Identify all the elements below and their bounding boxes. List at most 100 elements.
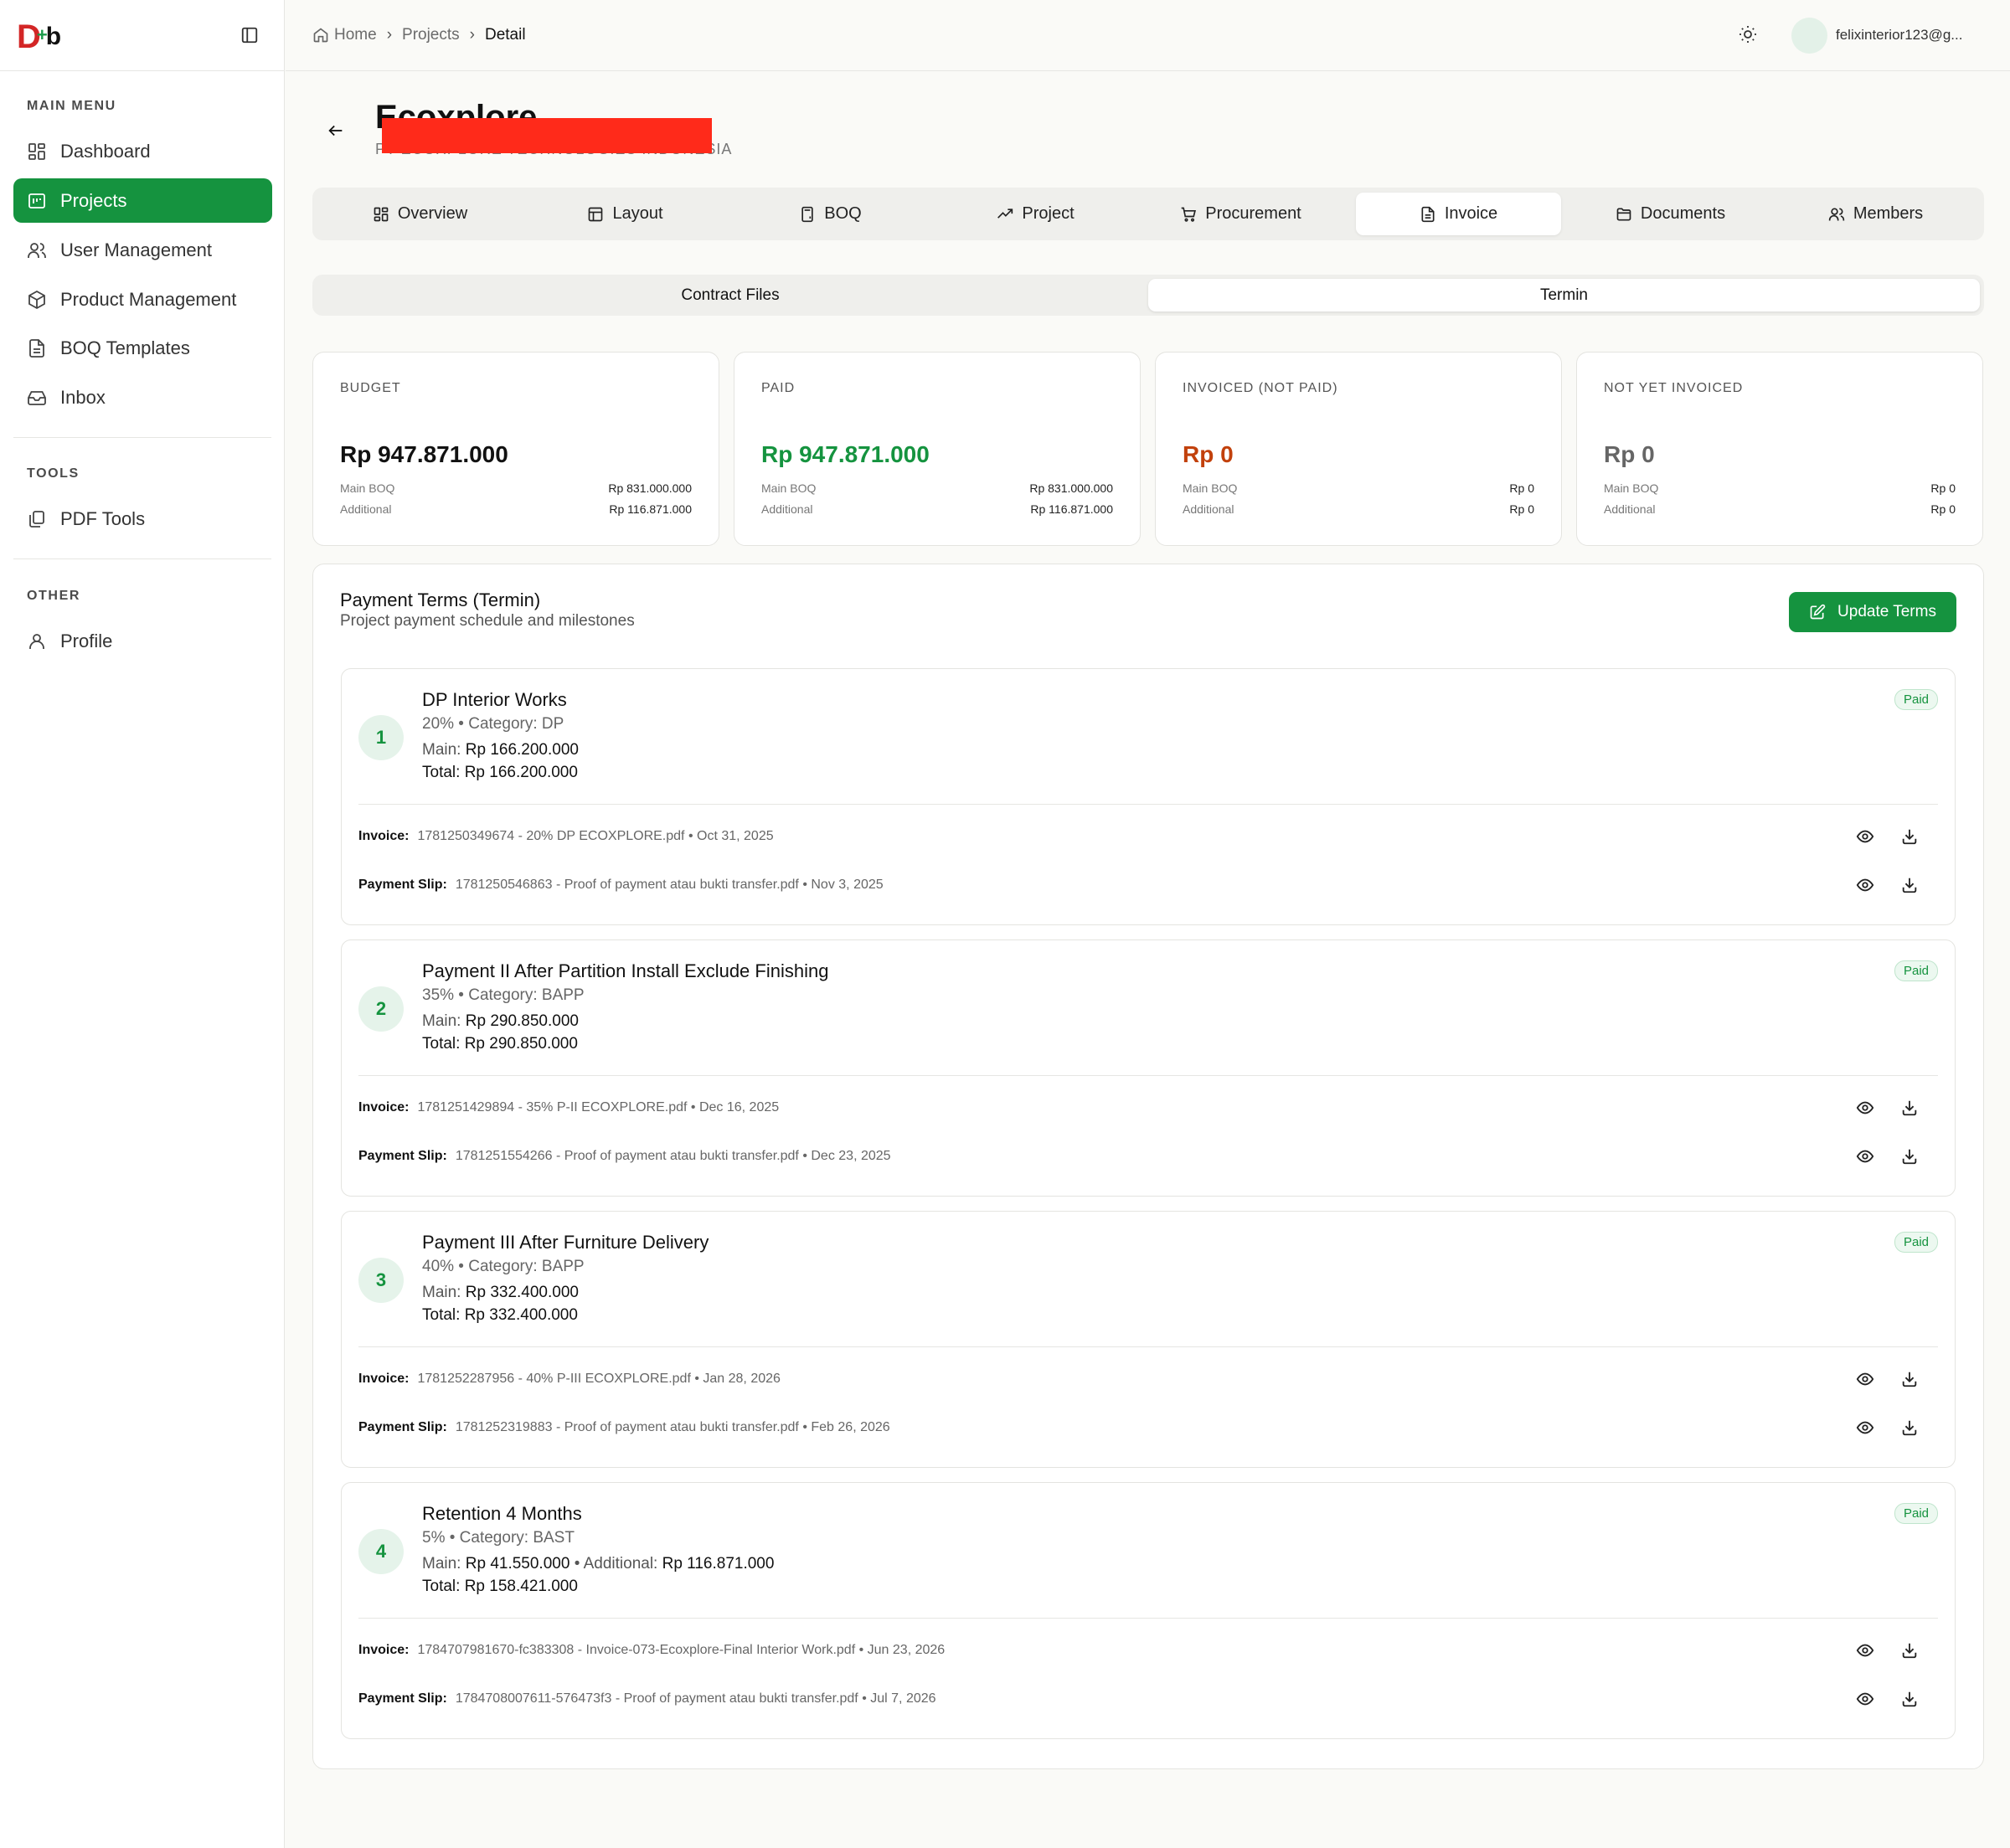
download-icon[interactable] bbox=[1900, 1147, 1919, 1166]
sidebar-item-profile[interactable]: Profile bbox=[13, 619, 272, 663]
view-icon[interactable] bbox=[1856, 1370, 1874, 1388]
download-icon[interactable] bbox=[1900, 827, 1919, 846]
download-icon[interactable] bbox=[1900, 1418, 1919, 1437]
breadcrumb: Home › Projects › Detail bbox=[312, 26, 526, 44]
sidebar-item-label: BOQ Templates bbox=[60, 337, 190, 358]
chevron-right-icon: › bbox=[469, 26, 475, 44]
download-icon[interactable] bbox=[1900, 876, 1919, 894]
sidebar-item-user-management[interactable]: User Management bbox=[13, 228, 272, 272]
download-icon[interactable] bbox=[1900, 1370, 1919, 1388]
tab-invoice[interactable]: Invoice bbox=[1356, 193, 1561, 235]
status-badge: Paid bbox=[1894, 689, 1938, 710]
download-icon[interactable] bbox=[1900, 1099, 1919, 1117]
term-card: 1 DP Interior Works 20% • Category: DP M… bbox=[341, 668, 1956, 925]
budget-card: BUDGET Rp 947.871.000 Main BOQ Rp 831.000… bbox=[312, 352, 719, 546]
main-label: Main: bbox=[422, 1012, 461, 1030]
trending-up-icon bbox=[997, 208, 1013, 219]
card-amount: Rp 947.871.000 bbox=[340, 441, 508, 467]
card-amount: Rp 947.871.000 bbox=[761, 441, 930, 467]
card-additional-value: Rp 0 bbox=[1509, 502, 1534, 516]
invoice-filename: 1781250349674 - 20% DP ECOXPLORE.pdf bbox=[417, 829, 685, 843]
invoice-row: Invoice: 1781251429894 - 35% P-II ECOXPLO… bbox=[358, 1100, 779, 1115]
breadcrumb-home[interactable]: Home bbox=[334, 26, 377, 44]
invoice-label: Invoice: bbox=[358, 1643, 410, 1657]
card-main-value: Rp 831.000.000 bbox=[1029, 481, 1113, 495]
theme-toggle-icon[interactable] bbox=[1738, 24, 1758, 44]
folder-icon bbox=[1616, 208, 1631, 220]
chevron-right-icon: › bbox=[386, 26, 393, 44]
sidebar-toggle-icon[interactable] bbox=[240, 26, 259, 44]
term-title: Retention 4 Months bbox=[422, 1503, 582, 1524]
sidebar-item-dashboard[interactable]: Dashboard bbox=[13, 129, 272, 173]
main-value: Rp 290.850.000 bbox=[465, 1012, 579, 1030]
breadcrumb-current: Detail bbox=[484, 26, 526, 44]
main-value: Rp 166.200.000 bbox=[465, 741, 579, 759]
invoice-label: Invoice: bbox=[358, 1372, 410, 1386]
section-label-other: OTHER bbox=[27, 589, 80, 603]
tab-label: Invoice bbox=[1444, 204, 1498, 223]
payment-slip-label: Payment Slip: bbox=[358, 1420, 447, 1434]
tab-layout[interactable]: Layout bbox=[523, 193, 728, 235]
sidebar: D + b MAIN MENU Dashboard Projects User Ma… bbox=[0, 0, 285, 1848]
payment-slip-filename: 1784708007611-576473f3 - Proof of paymen… bbox=[455, 1691, 858, 1706]
breadcrumb-projects[interactable]: Projects bbox=[402, 26, 460, 44]
invoice-label: Invoice: bbox=[358, 829, 410, 843]
tab-procurement[interactable]: Procurement bbox=[1138, 193, 1343, 235]
term-number: 2 bbox=[358, 986, 404, 1032]
view-icon[interactable] bbox=[1856, 876, 1874, 894]
payment-slip-label: Payment Slip: bbox=[358, 878, 447, 892]
view-icon[interactable] bbox=[1856, 1418, 1874, 1437]
card-additional-value: Rp 116.871.000 bbox=[609, 502, 692, 516]
payment-slip-filename: 1781251554266 - Proof of payment atau bu… bbox=[455, 1149, 799, 1163]
invoice-filename: 1784707981670-fc383308 - Invoice-073-Eco… bbox=[417, 1643, 856, 1657]
tab-overview[interactable]: Overview bbox=[317, 193, 523, 235]
subtab-termin[interactable]: Termin bbox=[1148, 279, 1980, 311]
projects-icon bbox=[28, 193, 45, 208]
app-logo[interactable]: D + b bbox=[17, 20, 61, 54]
sidebar-item-boq-templates[interactable]: BOQ Templates bbox=[13, 326, 272, 370]
sidebar-item-projects[interactable]: Projects bbox=[13, 178, 272, 223]
card-main-label: Main BOQ bbox=[761, 481, 817, 495]
term-number: 1 bbox=[358, 715, 404, 760]
invoice-date: • Dec 16, 2025 bbox=[690, 1100, 780, 1114]
subtab-contract-files[interactable]: Contract Files bbox=[317, 279, 1144, 311]
total-label: Total: bbox=[422, 1306, 461, 1324]
term-meta: 35% • Category: BAPP bbox=[422, 986, 585, 1004]
download-icon[interactable] bbox=[1900, 1641, 1919, 1660]
users-icon bbox=[28, 242, 46, 258]
sidebar-item-pdf-tools[interactable]: PDF Tools bbox=[13, 497, 272, 541]
term-card: 2 Payment II After Partition Install Exc… bbox=[341, 939, 1956, 1197]
sidebar-item-inbox[interactable]: Inbox bbox=[13, 375, 272, 420]
paid-card: PAID Rp 947.871.000 Main BOQ Rp 831.000.0… bbox=[734, 352, 1141, 546]
sidebar-divider bbox=[13, 437, 271, 438]
term-meta: 5% • Category: BAST bbox=[422, 1529, 575, 1547]
user-email[interactable]: felixinterior123@g... bbox=[1836, 27, 1962, 44]
term-title: DP Interior Works bbox=[422, 689, 567, 710]
back-arrow-icon[interactable] bbox=[327, 121, 345, 140]
tab-label: Overview bbox=[397, 204, 468, 223]
invoice-filename: 1781251429894 - 35% P-II ECOXPLORE.pdf bbox=[417, 1100, 688, 1114]
topbar: Home › Projects › Detail felixinterior12… bbox=[286, 0, 2010, 71]
tab-members[interactable]: Members bbox=[1773, 193, 1978, 235]
term-total: Total: Rp 332.400.000 bbox=[422, 1306, 578, 1325]
term-total: Total: Rp 158.421.000 bbox=[422, 1578, 578, 1596]
tab-documents[interactable]: Documents bbox=[1568, 193, 1773, 235]
view-icon[interactable] bbox=[1856, 1641, 1874, 1660]
sidebar-item-product-management[interactable]: Product Management bbox=[13, 277, 272, 322]
tab-project[interactable]: Project bbox=[933, 193, 1138, 235]
cart-icon bbox=[1181, 207, 1197, 222]
update-terms-button[interactable]: Update Terms bbox=[1789, 592, 1956, 632]
download-icon[interactable] bbox=[1900, 1690, 1919, 1708]
view-icon[interactable] bbox=[1856, 1147, 1874, 1166]
view-icon[interactable] bbox=[1856, 827, 1874, 846]
view-icon[interactable] bbox=[1856, 1099, 1874, 1117]
tab-boq[interactable]: BOQ bbox=[728, 193, 933, 235]
term-total: Total: Rp 290.850.000 bbox=[422, 1035, 578, 1053]
sidebar-item-label: Profile bbox=[60, 630, 113, 651]
term-total: Total: Rp 166.200.000 bbox=[422, 764, 578, 782]
dashboard-icon bbox=[28, 142, 45, 160]
view-icon[interactable] bbox=[1856, 1690, 1874, 1708]
sidebar-item-label: User Management bbox=[60, 239, 212, 260]
grid-icon bbox=[374, 207, 389, 221]
avatar[interactable] bbox=[1791, 18, 1827, 54]
